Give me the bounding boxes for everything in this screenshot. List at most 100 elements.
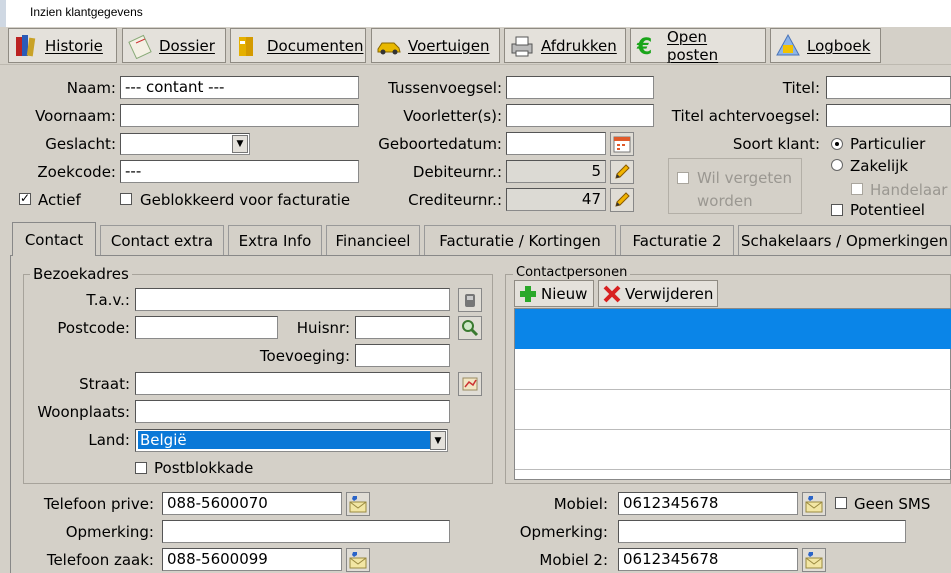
open-posten-button[interactable]: € Open posten — [630, 27, 766, 64]
voorletters-label: Voorletter(s): — [403, 107, 502, 125]
afdrukken-button[interactable]: Afdrukken — [504, 28, 626, 63]
telefoon-zaak-label: Telefoon zaak: — [46, 551, 154, 569]
chevron-down-icon[interactable]: ▼ — [430, 431, 446, 450]
mobiel-2-label: Mobiel 2: — [539, 551, 608, 569]
tussenvoegsel-field[interactable] — [506, 76, 654, 99]
car-icon — [377, 42, 401, 54]
crediteurnr-field[interactable]: 47 — [506, 188, 606, 211]
tab-facturatie-2[interactable]: Facturatie 2 — [620, 225, 734, 255]
verwijderen-button[interactable]: Verwijderen — [598, 280, 718, 307]
geblokkeerd-checkbox[interactable] — [120, 193, 132, 205]
phone-mail-icon[interactable] — [802, 548, 826, 572]
crediteurnr-label: Crediteurnr.: — [408, 191, 502, 209]
geboortedatum-field[interactable] — [506, 132, 606, 155]
geslacht-select[interactable] — [120, 133, 250, 155]
telefoon-prive-field[interactable]: 088-5600070 — [162, 492, 342, 515]
titel-field[interactable] — [826, 76, 951, 99]
postblokkade-checkbox[interactable] — [135, 462, 147, 474]
historie-label: Historie — [45, 36, 103, 55]
voornaam-field[interactable] — [120, 104, 359, 127]
opmerking-field[interactable] — [618, 520, 906, 543]
tab-contact-extra[interactable]: Contact extra — [100, 225, 224, 255]
mobiel-field[interactable]: 0612345678 — [618, 492, 798, 515]
magnifier-icon[interactable] — [458, 316, 482, 340]
printer-icon — [511, 36, 533, 56]
zakelijk-radio[interactable] — [831, 159, 843, 171]
tav-label: T.a.v.: — [86, 291, 130, 309]
wil-vergeten-checkbox[interactable] — [677, 172, 689, 184]
pencil-icon[interactable] — [610, 188, 634, 212]
geen-sms-checkbox[interactable] — [835, 497, 847, 509]
particulier-label: Particulier — [850, 135, 926, 153]
tab-financieel[interactable]: Financieel — [326, 225, 420, 255]
mobiel-label: Mobiel: — [553, 495, 608, 513]
wil-vergeten-label-line2: worden — [697, 192, 753, 210]
calendar-icon[interactable] — [610, 132, 634, 156]
chevron-down-icon[interactable]: ▼ — [232, 135, 248, 153]
potentieel-checkbox[interactable] — [831, 204, 843, 216]
contactpersonen-list[interactable] — [514, 308, 951, 480]
opmerking-label: Opmerking: — [65, 523, 154, 541]
actief-checkbox[interactable] — [19, 190, 31, 206]
huisnr-field[interactable] — [355, 316, 450, 339]
tab-extra-info[interactable]: Extra Info — [228, 225, 322, 255]
documenten-button[interactable]: Documenten — [230, 28, 366, 63]
mobiel-2-field[interactable]: 0612345678 — [618, 548, 798, 571]
phone-mail-icon[interactable] — [802, 492, 826, 516]
toevoeging-label: Toevoeging: — [259, 347, 350, 365]
huisnr-label: Huisnr: — [296, 319, 350, 337]
wil-vergeten-label: Wil vergeten — [697, 169, 792, 187]
naam-field[interactable]: --- contant --- — [120, 76, 359, 99]
phone-mail-icon[interactable] — [346, 548, 370, 572]
historie-button[interactable]: Historie — [8, 28, 117, 63]
geblokkeerd-label: Geblokkeerd voor facturatie — [140, 191, 351, 209]
nieuw-label: Nieuw — [541, 284, 588, 303]
euro-icon: € — [636, 35, 652, 59]
logboek-button[interactable]: Logboek — [770, 28, 881, 63]
voornaam-label: Voornaam: — [35, 107, 116, 125]
opmerking-field[interactable] — [162, 520, 450, 543]
straat-label: Straat: — [79, 375, 130, 393]
dossier-button[interactable]: Dossier — [122, 28, 226, 63]
delete-icon — [603, 285, 621, 302]
titel-achtervoegsel-field[interactable] — [826, 104, 951, 127]
zoekcode-field[interactable]: --- — [120, 160, 359, 183]
titel-label: Titel: — [782, 79, 820, 97]
logboek-label: Logboek — [807, 36, 871, 55]
debiteurnr-field[interactable]: 5 — [506, 160, 606, 183]
nieuw-button[interactable]: Nieuw — [514, 280, 594, 307]
handelaar-checkbox[interactable] — [851, 183, 863, 195]
tab-facturatie-kortingen[interactable]: Facturatie / Kortingen — [424, 225, 616, 255]
postcode-field[interactable] — [135, 316, 278, 339]
voertuigen-button[interactable]: Voertuigen — [371, 28, 500, 63]
voorletters-field[interactable] — [506, 104, 654, 127]
debiteurnr-label: Debiteurnr.: — [412, 163, 502, 181]
naam-label: Naam: — [66, 79, 116, 97]
straat-field[interactable] — [135, 372, 450, 395]
telefoon-zaak-field[interactable]: 088-5600099 — [162, 548, 342, 571]
geboortedatum-label: Geboortedatum: — [378, 135, 502, 153]
particulier-radio[interactable] — [831, 138, 843, 150]
open-posten-label: Open posten — [667, 27, 719, 64]
phone-mail-icon[interactable] — [346, 492, 370, 516]
woonplaats-label: Woonplaats: — [37, 403, 130, 421]
toevoeging-field[interactable] — [355, 344, 450, 367]
voertuigen-label: Voertuigen — [408, 36, 490, 55]
phone-icon[interactable] — [458, 288, 482, 312]
actief-label: Actief — [38, 191, 81, 209]
list-item[interactable] — [515, 309, 951, 349]
tav-field[interactable] — [135, 288, 450, 311]
list-divider — [515, 389, 951, 390]
tab-schakelaars-opmerkingen[interactable]: Schakelaars / Opmerkingen — [738, 225, 951, 255]
pencil-icon[interactable] — [610, 160, 634, 184]
tussenvoegsel-label: Tussenvoegsel: — [388, 79, 502, 97]
geslacht-label: Geslacht: — [45, 135, 116, 153]
svg-text:€: € — [636, 35, 652, 59]
bezoekadres-title: Bezoekadres — [30, 265, 132, 283]
map-icon[interactable] — [458, 372, 482, 396]
woonplaats-field[interactable] — [135, 400, 450, 423]
tab-contact[interactable]: Contact — [12, 222, 96, 256]
app-icon — [0, 0, 6, 27]
list-divider — [515, 429, 951, 430]
land-select[interactable]: België — [135, 429, 448, 452]
